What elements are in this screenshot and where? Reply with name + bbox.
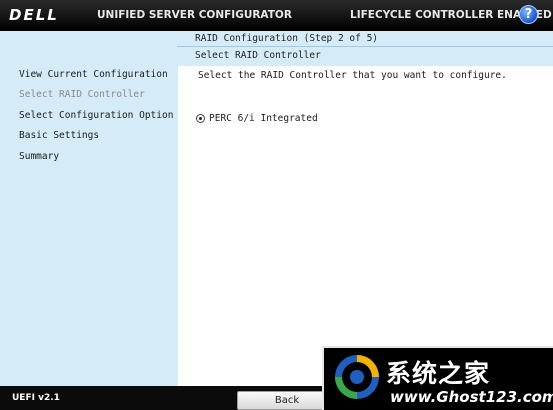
radio-selected-icon[interactable] <box>196 114 205 123</box>
app-title: UNIFIED SERVER CONFIGURATOR <box>97 9 292 21</box>
main-panel: Select the RAID Controller that you want… <box>178 66 553 386</box>
wizard-step-header: RAID Configuration (Step 2 of 5) Select … <box>0 31 553 66</box>
sidebar-item-select-raid-controller: Select RAID Controller <box>19 89 145 100</box>
dell-logo: DELL <box>9 6 59 24</box>
wizard-step: RAID Configuration (Step 2 of 5) <box>195 33 379 44</box>
controller-option[interactable]: PERC 6/i Integrated <box>196 113 318 124</box>
help-icon[interactable]: ? <box>519 5 538 24</box>
wizard-sidebar: View Current Configuration Select RAID C… <box>0 66 178 386</box>
top-header: DELL UNIFIED SERVER CONFIGURATOR LIFECYC… <box>0 0 553 31</box>
watermark: 系统之家 www.Ghost123.com <box>322 346 553 410</box>
sidebar-item-summary[interactable]: Summary <box>19 151 59 162</box>
watermark-url: www.Ghost123.com <box>390 388 553 406</box>
controller-label[interactable]: PERC 6/i Integrated <box>209 113 318 124</box>
instruction-text: Select the RAID Controller that you want… <box>198 70 507 81</box>
uefi-version: UEFI v2.1 <box>12 393 60 403</box>
sidebar-item-basic-settings[interactable]: Basic Settings <box>19 130 99 141</box>
step-divider <box>177 46 553 47</box>
sidebar-item-select-configuration-option[interactable]: Select Configuration Option <box>19 110 173 121</box>
page-title: Select RAID Controller <box>195 50 321 61</box>
watermark-logo-icon <box>335 355 379 399</box>
sidebar-item-view-current-configuration[interactable]: View Current Configuration <box>19 69 168 80</box>
watermark-title: 系统之家 <box>386 359 491 388</box>
